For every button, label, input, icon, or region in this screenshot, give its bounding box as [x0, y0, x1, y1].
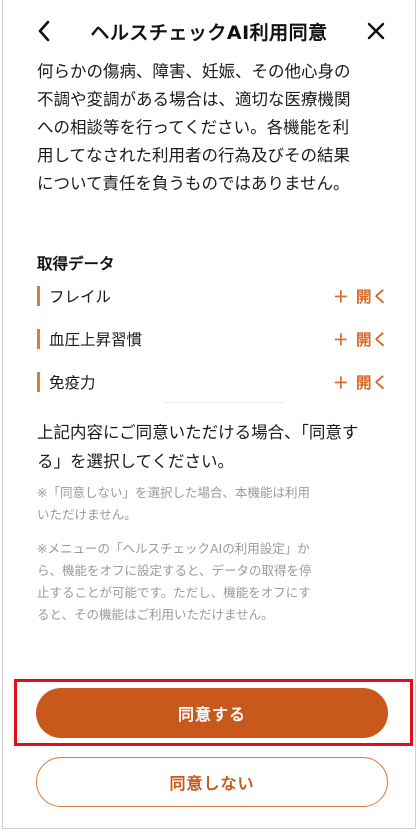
consent-line: る」を選択してください。: [37, 452, 235, 471]
close-button[interactable]: [361, 16, 391, 46]
divider: [163, 402, 283, 403]
back-button[interactable]: [29, 16, 59, 46]
consent-instruction: 上記内容にご同意いただける場合、「同意す る」を選択してください。: [37, 418, 389, 476]
acquired-data-item-blood-pressure: 血圧上昇習慣 ＋ 開く: [37, 326, 389, 352]
disclaimer-line: 不調や変調がある場合は、適切な医療機関: [37, 90, 351, 109]
header: ヘルスチェックAI利用同意: [3, 0, 415, 62]
accent-bar: [37, 329, 40, 349]
expand-button[interactable]: ＋ 開く: [333, 285, 389, 307]
close-icon: [367, 22, 385, 40]
page-title: ヘルスチェックAI利用同意: [90, 21, 328, 44]
accent-bar: [37, 286, 40, 306]
note-line: ら、機能をオフに設定すると、データの取得を停: [37, 563, 312, 578]
note-line: ると、その機能はご利用いただけません。: [37, 607, 274, 622]
disclaimer-line: 用してなされた利用者の行為及びその結果: [37, 146, 351, 165]
expand-button[interactable]: ＋ 開く: [333, 371, 389, 393]
acquired-data-label: 免疫力: [49, 374, 96, 392]
consent-line: 上記内容にご同意いただける場合、「同意す: [37, 423, 359, 442]
disclaimer-line: 何らかの傷病、障害、妊娠、その他心身の: [37, 62, 351, 81]
acquired-data-label: 血圧上昇習慣: [49, 331, 143, 349]
chevron-left-icon: [38, 20, 50, 42]
disclaimer-text: 何らかの傷病、障害、妊娠、その他心身の 不調や変調がある場合は、適切な医療機関 …: [37, 58, 389, 198]
disclaimer-line: について責任を負うものではありません。: [37, 174, 350, 193]
acquired-data-item-frailty: フレイル ＋ 開く: [37, 283, 389, 309]
expand-button[interactable]: ＋ 開く: [333, 328, 389, 350]
note-disagree: ※「同意しない」を選択した場合、本機能は利用 いただけません。: [37, 482, 389, 526]
acquired-data-heading: 取得データ: [37, 255, 115, 273]
accent-bar: [37, 372, 40, 392]
highlight-box: [14, 679, 413, 746]
note-settings: ※メニューの「ヘルスチェックAIの利用設定」か ら、機能をオフに設定すると、デー…: [37, 538, 389, 626]
disclaimer-line: への相談等を行ってください。各機能を利: [37, 118, 350, 137]
note-line: いただけません。: [37, 507, 137, 522]
acquired-data-item-immunity: 免疫力 ＋ 開く: [37, 369, 389, 395]
acquired-data-label: フレイル: [49, 288, 112, 306]
note-line: ※メニューの「ヘルスチェックAIの利用設定」か: [37, 541, 310, 556]
disagree-button[interactable]: 同意しない: [36, 757, 388, 807]
note-line: ※「同意しない」を選択した場合、本機能は利用: [37, 485, 310, 500]
note-line: 止することが可能です。ただし、機能をオフにす: [37, 585, 311, 600]
